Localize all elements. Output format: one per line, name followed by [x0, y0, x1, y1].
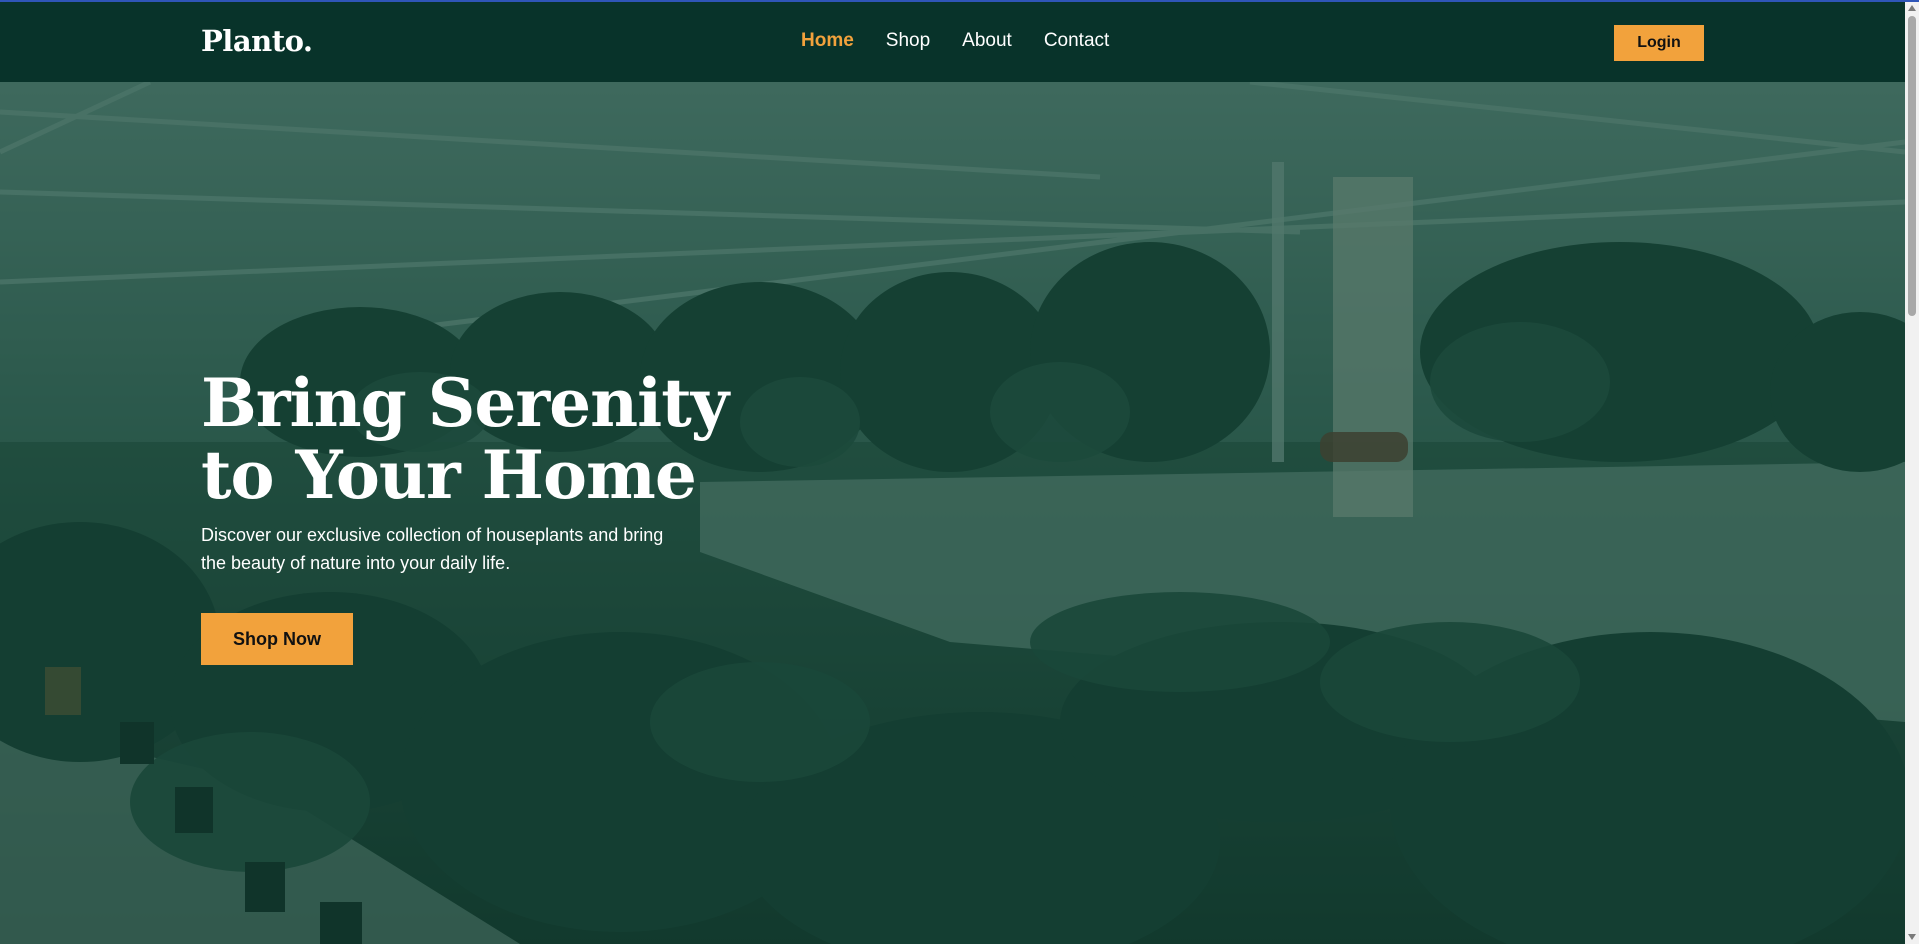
logo[interactable]: Planto. — [201, 24, 313, 58]
nav-links: Home Shop About Contact — [801, 30, 1109, 52]
nav-link-contact[interactable]: Contact — [1044, 30, 1109, 52]
login-button[interactable]: Login — [1614, 25, 1704, 61]
scroll-up-arrow-icon[interactable] — [1908, 5, 1916, 11]
nav-link-home[interactable]: Home — [801, 30, 854, 52]
scrollbar-thumb[interactable] — [1908, 16, 1916, 316]
hero-section: Bring Serenity to Your Home Discover our… — [0, 82, 1905, 944]
hero-description: Discover our exclusive collection of hou… — [201, 525, 664, 573]
hero-content: Bring Serenity to Your Home Discover our… — [201, 367, 761, 665]
nav-link-shop[interactable]: Shop — [886, 30, 930, 52]
hero-title-line-2: to Your Home — [201, 436, 697, 514]
page-scrollbar[interactable] — [1905, 2, 1919, 944]
navbar: Planto. Home Shop About Contact Login — [0, 2, 1905, 82]
hero-title-line-1: Bring Serenity — [201, 364, 729, 442]
nav-link-about[interactable]: About — [962, 30, 1012, 52]
shop-now-button[interactable]: Shop Now — [201, 613, 353, 665]
scroll-down-arrow-icon[interactable] — [1908, 934, 1916, 940]
hero-title: Bring Serenity to Your Home — [201, 367, 761, 511]
